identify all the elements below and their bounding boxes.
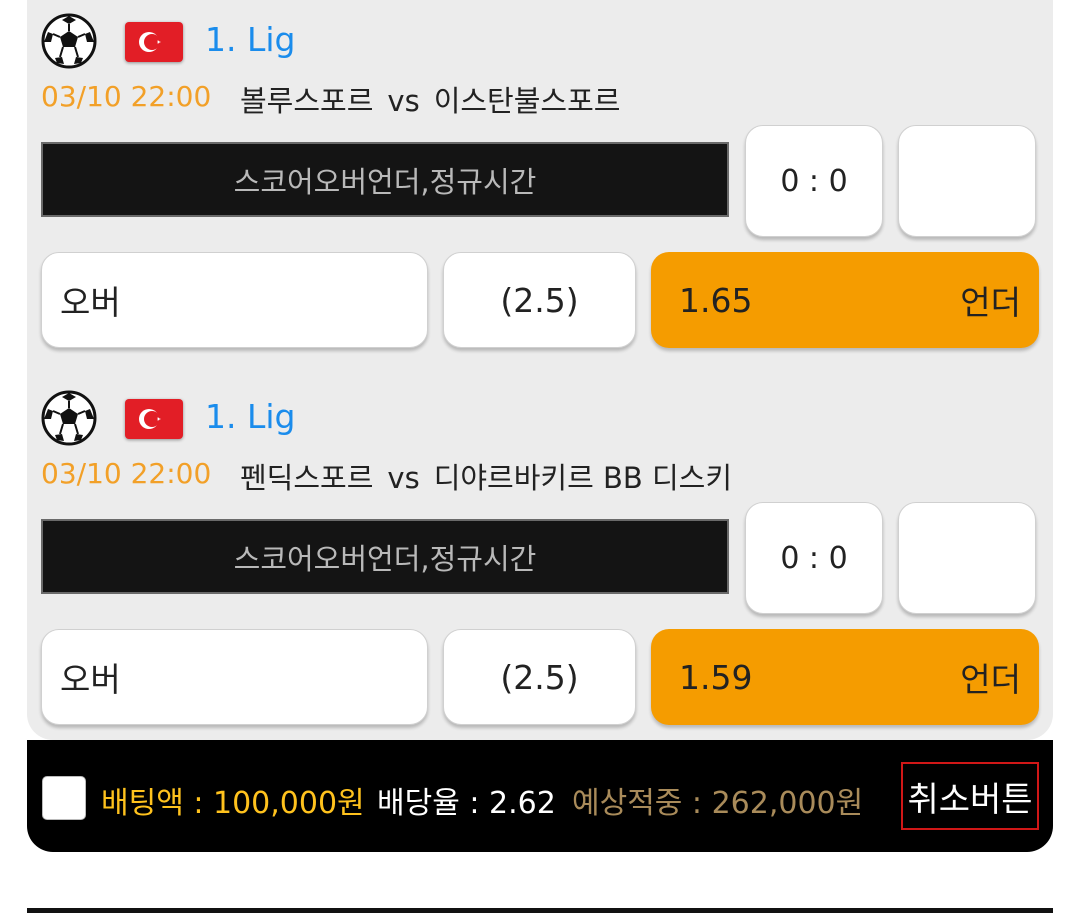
under-label: 언더 [960, 660, 1021, 699]
line-button[interactable]: (2.5) [443, 252, 636, 348]
over-label: 오버 [60, 283, 121, 322]
vs-label: vs [387, 461, 420, 495]
slip-checkbox[interactable] [42, 776, 86, 820]
bet-slip-summary: 배팅액 : 100,000원 배당율 : 2.62 예상적중 : 262,000… [27, 740, 1053, 852]
under-odds: 1.59 [679, 657, 753, 697]
cancel-button[interactable]: 취소버튼 [901, 762, 1039, 830]
market-label: 스코어오버언더,정규시간 [41, 519, 729, 594]
turkey-flag-icon [125, 22, 183, 62]
home-team: 펜딕스포르 [240, 461, 374, 495]
match-time: 03/10 22:00 [41, 457, 212, 490]
line-button[interactable]: (2.5) [443, 629, 636, 725]
league-name[interactable]: 1. Lig [205, 20, 295, 59]
empty-score-box [898, 502, 1036, 614]
away-team: 디야르바키르 BB 디스키 [433, 461, 733, 495]
vs-label: vs [387, 84, 420, 118]
soccer-ball-icon [40, 389, 98, 447]
over-button[interactable]: 오버 [41, 629, 428, 725]
next-slip-edge [27, 908, 1053, 913]
home-team: 볼루스포르 [240, 84, 374, 118]
expected-payout: 예상적중 : 262,000원 [572, 786, 864, 821]
match-card: 1. Lig 03/10 22:00 펜딕스포르 vs 디야르바키르 BB 디스키 … [0, 377, 1080, 737]
over-button[interactable]: 오버 [41, 252, 428, 348]
total-odds: 배당율 : 2.62 [377, 786, 556, 821]
score-box: 0 : 0 [745, 125, 883, 237]
over-label: 오버 [60, 660, 121, 699]
under-label: 언더 [960, 283, 1021, 322]
under-odds: 1.65 [679, 280, 753, 320]
score-box: 0 : 0 [745, 502, 883, 614]
match-time: 03/10 22:00 [41, 80, 212, 113]
match-card: 1. Lig 03/10 22:00 볼루스포르 vs 이스탄불스포르 스코어오버언… [0, 0, 1080, 360]
under-button-selected[interactable]: 1.59 언더 [651, 629, 1039, 725]
match-teams: 볼루스포르 vs 이스탄불스포르 [240, 78, 620, 120]
under-button-selected[interactable]: 1.65 언더 [651, 252, 1039, 348]
away-team: 이스탄불스포르 [433, 84, 621, 118]
market-label: 스코어오버언더,정규시간 [41, 142, 729, 217]
match-teams: 펜딕스포르 vs 디야르바키르 BB 디스키 [240, 455, 732, 497]
empty-score-box [898, 125, 1036, 237]
turkey-flag-icon [125, 399, 183, 439]
soccer-ball-icon [40, 12, 98, 70]
stake-amount: 배팅액 : 100,000원 [101, 786, 365, 821]
league-name[interactable]: 1. Lig [205, 397, 295, 436]
